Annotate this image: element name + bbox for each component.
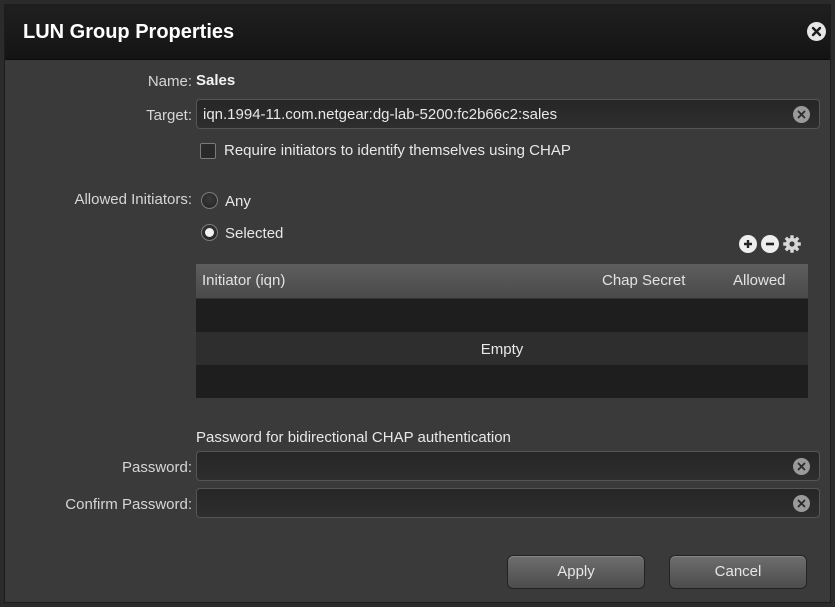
radio-selected-label: Selected — [225, 225, 284, 242]
cancel-button[interactable]: Cancel — [669, 555, 807, 589]
allowed-initiators-label: Allowed Initiators: — [74, 191, 192, 208]
target-label: Target: — [146, 107, 192, 124]
confirm-password-label: Confirm Password: — [65, 496, 192, 513]
password-label: Password: — [121, 459, 192, 476]
radio-any-label: Any — [225, 193, 251, 210]
table-header: Initiator (iqn) Chap Secret Allowed — [196, 264, 808, 299]
apply-button[interactable]: Apply — [507, 555, 645, 589]
table-row — [196, 299, 808, 332]
radio-any[interactable] — [201, 192, 218, 209]
chap-checkbox-label: Require initiators to identify themselve… — [224, 142, 571, 159]
name-label: Name: — [147, 73, 192, 90]
bidirectional-chap-heading: Password for bidirectional CHAP authenti… — [196, 429, 511, 446]
minus-circle-icon[interactable] — [761, 235, 779, 253]
table-row — [196, 365, 808, 398]
confirm-password-field[interactable] — [196, 488, 820, 518]
target-clear-icon[interactable] — [793, 106, 810, 123]
column-header-chap-secret[interactable]: Chap Secret — [602, 272, 685, 289]
name-value: Sales — [196, 72, 236, 89]
target-input[interactable] — [196, 99, 820, 129]
password-clear-icon[interactable] — [793, 458, 810, 475]
confirm-password-clear-icon[interactable] — [793, 495, 810, 512]
table-empty-text: Empty — [480, 341, 524, 358]
initiators-table: Initiator (iqn) Chap Secret Allowed — [196, 264, 808, 398]
close-icon[interactable] — [807, 22, 826, 41]
dialog-titlebar: LUN Group Properties — [5, 5, 830, 60]
gear-icon[interactable] — [782, 234, 802, 254]
column-header-allowed[interactable]: Allowed — [733, 272, 786, 289]
lun-group-properties-dialog: LUN Group Properties Name: Sales Target:… — [4, 4, 831, 603]
chap-checkbox[interactable] — [200, 143, 216, 159]
column-header-initiator[interactable]: Initiator (iqn) — [202, 272, 285, 289]
plus-circle-icon[interactable] — [739, 235, 757, 253]
password-field[interactable] — [196, 451, 820, 481]
dialog-title: LUN Group Properties — [23, 21, 235, 43]
radio-selected[interactable] — [201, 224, 218, 241]
